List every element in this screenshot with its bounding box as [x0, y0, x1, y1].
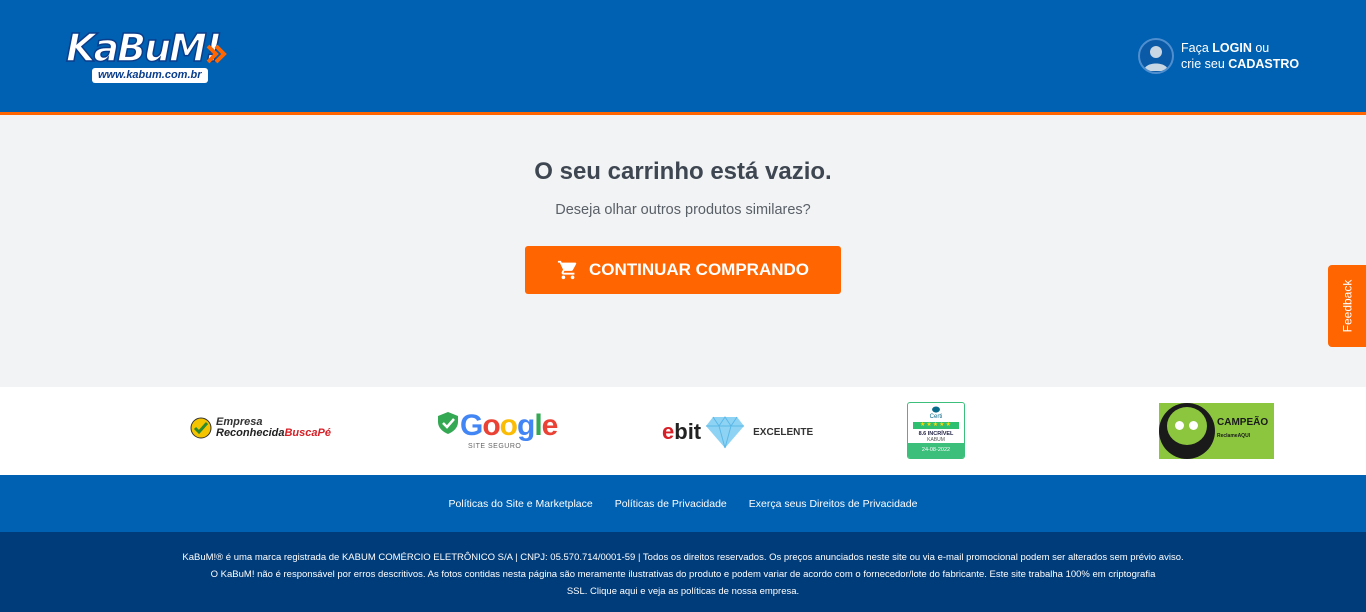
certi-seal[interactable]: Certi ★★★★★ 8.6 INCRÍVEL KABUM 24-08-202…	[907, 402, 965, 459]
legal-line-2: O KaBuM! não é responsável por erros des…	[210, 569, 1156, 580]
feedback-label: Feedback	[1340, 279, 1355, 333]
logo-brand: KaBuM!	[65, 25, 223, 71]
diamond-icon	[706, 416, 745, 449]
certi-logo-icon	[932, 406, 940, 413]
ebit-logo: ebit	[662, 419, 702, 444]
kabum-logo[interactable]: KaBuM! www.kabum.com.br	[65, 25, 228, 86]
footer-link-privacy[interactable]: Políticas de Privacidade	[615, 498, 727, 510]
empty-cart-subtitle: Deseja olhar outros produtos similares?	[555, 202, 811, 218]
google-word: Google	[460, 409, 558, 442]
login-suffix: ou	[1255, 41, 1270, 55]
site-header: KaBuM! www.kabum.com.br Faça LOGIN ou cr…	[0, 0, 1366, 112]
reclame-aqui-small: ReclameAQUI	[1217, 433, 1251, 439]
footer-links: Políticas do Site e Marketplace Política…	[0, 475, 1366, 532]
reclame-aqui-label: CAMPEÃO	[1217, 417, 1269, 428]
continue-shopping-button[interactable]: CONTINUAR COMPRANDO	[525, 246, 841, 294]
certi-stars: ★★★★★	[913, 422, 959, 429]
check-badge-icon	[190, 417, 212, 439]
buscape-line2a: Reconhecida	[216, 427, 285, 439]
trust-seals: Empresa ReconhecidaBuscaPé Google SITE S…	[0, 387, 1366, 475]
register-prefix: crie seu	[1181, 57, 1225, 71]
register-link[interactable]: CADASTRO	[1228, 57, 1299, 71]
continue-shopping-label: CONTINUAR COMPRANDO	[588, 260, 810, 279]
ebit-seal[interactable]: ebit EXCELENTE	[662, 415, 813, 449]
login-area[interactable]: Faça LOGIN ou crie seu CADASTRO	[1138, 38, 1299, 74]
reclame-aqui-seal[interactable]: CAMPEÃO ReclameAQUI	[1159, 403, 1274, 459]
logo-arrows-icon	[206, 44, 227, 64]
footer-link-site-policies[interactable]: Políticas do Site e Marketplace	[449, 498, 593, 510]
google-seal-sub: SITE SEGURO	[468, 443, 522, 450]
login-link[interactable]: LOGIN	[1212, 41, 1252, 55]
footer-link-privacy-rights[interactable]: Exerça seus Direitos de Privacidade	[749, 498, 918, 510]
ebit-level: EXCELENTE	[753, 426, 814, 438]
legal-line-1: KaBuM!® é uma marca registrada de KABUM …	[182, 552, 1184, 563]
reclame-aqui-mascot-icon	[1159, 403, 1215, 459]
empty-cart-title: O seu carrinho está vazio.	[534, 158, 832, 185]
feedback-tab[interactable]: Feedback	[1328, 265, 1366, 347]
legal-line-3[interactable]: SSL. Clique aqui e veja as políticas de …	[0, 583, 1366, 600]
certi-date: 24-08-2022	[908, 443, 964, 458]
login-text[interactable]: Faça LOGIN ou crie seu CADASTRO	[1181, 40, 1299, 72]
cart-icon	[557, 259, 579, 281]
footer-legal: KaBuM!® é uma marca registrada de KABUM …	[0, 532, 1366, 612]
login-prefix: Faça	[1181, 41, 1209, 55]
buscape-line2b: BuscaPé	[284, 427, 331, 439]
google-safe-site-seal[interactable]: Google SITE SEGURO	[436, 409, 558, 450]
shield-check-icon	[438, 412, 458, 434]
user-avatar-icon[interactable]	[1138, 38, 1174, 74]
certi-brand: Certi	[929, 414, 943, 420]
logo-url: www.kabum.com.br	[92, 68, 208, 83]
header-orange-stripe	[0, 112, 1366, 115]
buscape-seal[interactable]: Empresa ReconhecidaBuscaPé	[190, 417, 331, 439]
